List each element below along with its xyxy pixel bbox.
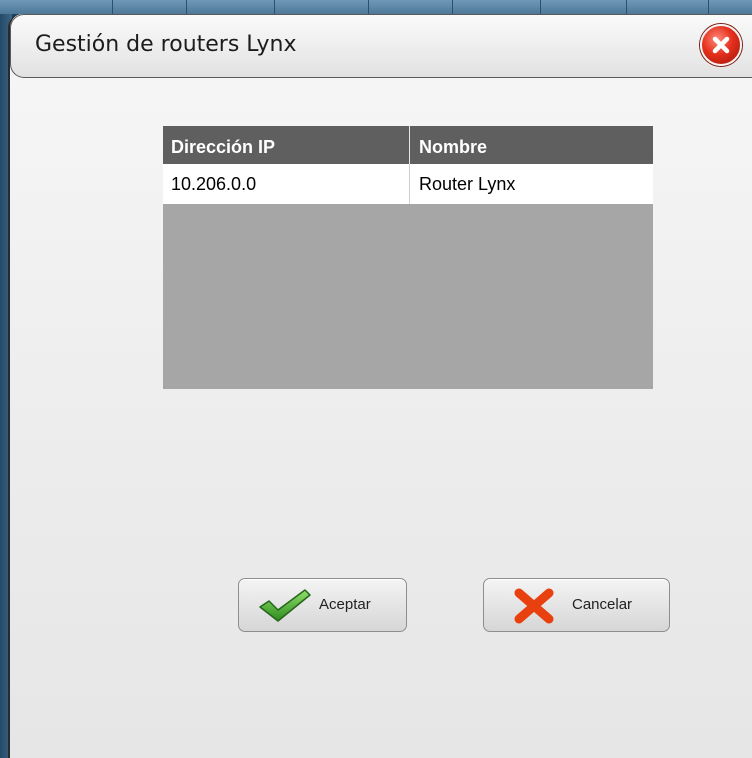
close-icon: [712, 36, 730, 54]
desktop-background: [0, 0, 752, 14]
dialog-title: Gestión de routers Lynx: [35, 32, 297, 57]
dialog-title-bar[interactable]: Gestión de routers Lynx: [10, 14, 752, 78]
cancel-button[interactable]: Cancelar: [483, 578, 670, 632]
table-header: Dirección IP Nombre: [163, 126, 653, 164]
cell-name: Router Lynx: [419, 174, 516, 194]
routers-table: Dirección IP Nombre 10.206.0.0 Router Ly…: [163, 126, 653, 389]
router-management-dialog: Gestión de routers Lynx Dirección IP Nom…: [8, 14, 752, 758]
cancel-label: Cancelar: [572, 596, 633, 613]
close-button[interactable]: [700, 24, 742, 66]
cell-ip: 10.206.0.0: [163, 164, 410, 204]
column-header-ip[interactable]: Dirección IP: [163, 126, 410, 164]
column-header-name[interactable]: Nombre: [411, 126, 653, 164]
table-row[interactable]: 10.206.0.0 Router Lynx: [163, 164, 653, 204]
cross-icon: [514, 588, 554, 624]
accept-label: Aceptar: [319, 596, 371, 613]
checkmark-icon: [259, 589, 311, 622]
accept-button[interactable]: Aceptar: [238, 578, 407, 632]
